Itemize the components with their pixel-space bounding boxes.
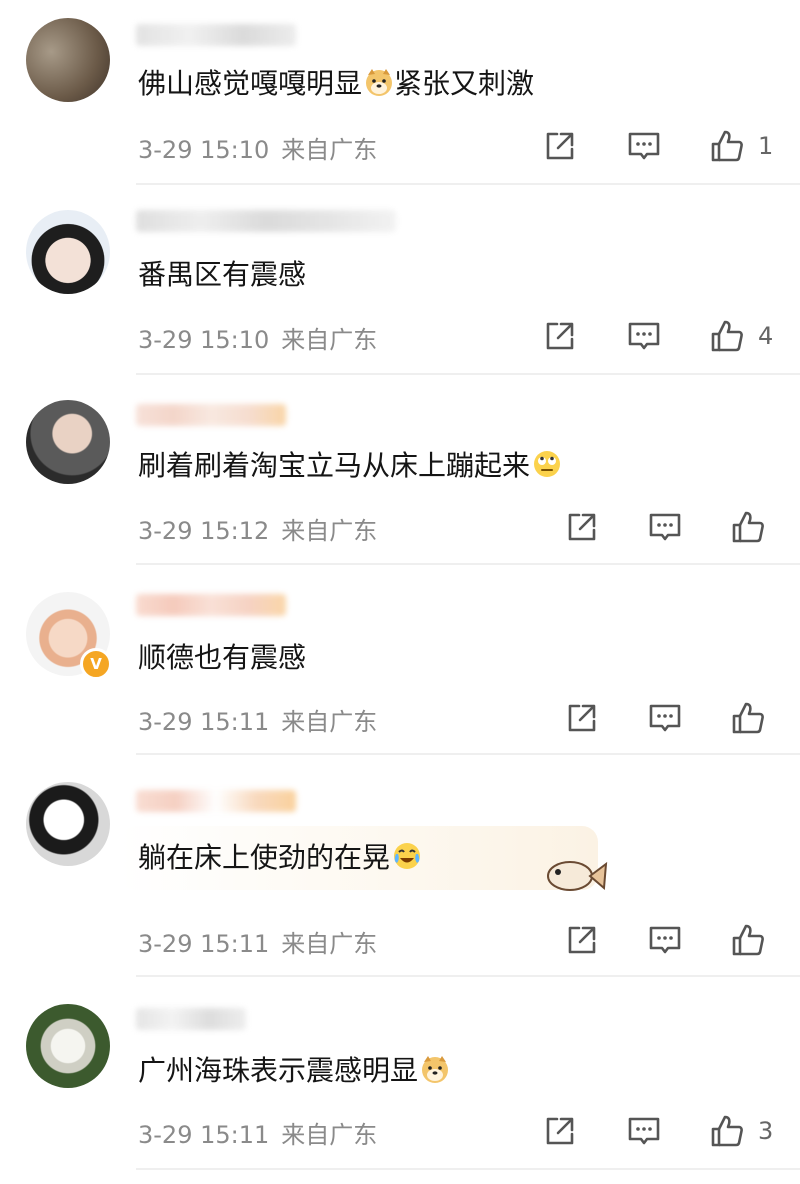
- location: 来自广东: [281, 326, 378, 354]
- avatar[interactable]: [26, 210, 110, 294]
- location: 来自广东: [281, 517, 378, 545]
- comment-text: 顺德也有震感: [138, 636, 306, 676]
- username-blurred[interactable]: [136, 594, 286, 616]
- comment-meta: 3-29 15:11 来自广东: [138, 702, 377, 737]
- timestamp: 3-29 15:10: [138, 326, 270, 354]
- comment-icon[interactable]: [627, 1114, 661, 1148]
- comment-meta: 3-29 15:12 来自广东: [138, 511, 377, 546]
- timestamp: 3-29 15:11: [138, 930, 270, 958]
- thumbs-up-icon[interactable]: [731, 510, 765, 544]
- comment-text-part: 顺德也有震感: [138, 641, 307, 674]
- divider: [136, 183, 800, 185]
- comment-icon[interactable]: [627, 129, 661, 163]
- laugh-cry-emoji: [392, 841, 422, 871]
- comment-text-part: 紧张又刺激: [394, 67, 535, 100]
- divider: [136, 1168, 800, 1170]
- comment-text: 广州海珠表示震感明显: [138, 1049, 450, 1089]
- like-count: 4: [758, 322, 774, 350]
- repost-icon[interactable]: [565, 923, 599, 957]
- comment-meta: 3-29 15:10 来自广东: [138, 130, 377, 165]
- username-blurred[interactable]: [136, 790, 296, 812]
- comment-text: 佛山感觉嘎嘎明显 紧张又刺激: [138, 62, 534, 102]
- username-blurred[interactable]: [136, 1008, 246, 1030]
- repost-icon[interactable]: [543, 129, 577, 163]
- location: 来自广东: [281, 930, 378, 958]
- divider: [136, 975, 800, 977]
- comment-meta: 3-29 15:11 来自广东: [138, 924, 377, 959]
- thumbs-up-icon[interactable]: [731, 923, 765, 957]
- comment-text-part: 躺在床上使劲的在晃: [138, 841, 391, 874]
- timestamp: 3-29 15:12: [138, 517, 270, 545]
- comment-icon[interactable]: [648, 701, 682, 735]
- timestamp: 3-29 15:10: [138, 136, 270, 164]
- divider: [136, 753, 800, 755]
- verified-badge: V: [80, 648, 112, 680]
- divider: [136, 373, 800, 375]
- repost-icon[interactable]: [543, 319, 577, 353]
- comment-text: 番禺区有震感: [138, 253, 306, 293]
- divider: [136, 563, 800, 565]
- like-count: 3: [758, 1117, 774, 1145]
- username-blurred[interactable]: [136, 24, 296, 46]
- comment-icon[interactable]: [648, 510, 682, 544]
- doge-emoji: [420, 1054, 450, 1084]
- avatar[interactable]: [26, 400, 110, 484]
- repost-icon[interactable]: [565, 701, 599, 735]
- avatar[interactable]: [26, 782, 110, 866]
- comment-icon[interactable]: [648, 923, 682, 957]
- thumbs-up-icon[interactable]: [710, 319, 744, 353]
- username-blurred[interactable]: [136, 404, 286, 426]
- doge-emoji: [364, 67, 394, 97]
- comment-icon[interactable]: [627, 319, 661, 353]
- eye-roll-emoji: [532, 449, 562, 479]
- comment-text-part: 佛山感觉嘎嘎明显: [138, 67, 363, 100]
- comment-text: 躺在床上使劲的在晃: [138, 836, 422, 876]
- comment-text-part: 番禺区有震感: [138, 258, 307, 291]
- thumbs-up-icon[interactable]: [731, 701, 765, 735]
- repost-icon[interactable]: [543, 1114, 577, 1148]
- repost-icon[interactable]: [565, 510, 599, 544]
- comment-text-part: 广州海珠表示震感明显: [138, 1054, 419, 1087]
- comment-text-part: 刷着刷着淘宝立马从床上蹦起来: [138, 449, 531, 482]
- comment-text: 刷着刷着淘宝立马从床上蹦起来: [138, 444, 562, 484]
- thumbs-up-icon[interactable]: [710, 129, 744, 163]
- avatar[interactable]: [26, 1004, 110, 1088]
- thumbs-up-icon[interactable]: [710, 1114, 744, 1148]
- like-count: 1: [758, 132, 774, 160]
- timestamp: 3-29 15:11: [138, 708, 270, 736]
- fish-icon: [547, 861, 608, 891]
- avatar[interactable]: [26, 18, 110, 102]
- comment-meta: 3-29 15:10 来自广东: [138, 320, 377, 355]
- location: 来自广东: [281, 136, 378, 164]
- timestamp: 3-29 15:11: [138, 1121, 270, 1149]
- location: 来自广东: [281, 708, 378, 736]
- username-blurred[interactable]: [136, 210, 396, 232]
- comment-meta: 3-29 15:11 来自广东: [138, 1115, 377, 1150]
- location: 来自广东: [281, 1121, 378, 1149]
